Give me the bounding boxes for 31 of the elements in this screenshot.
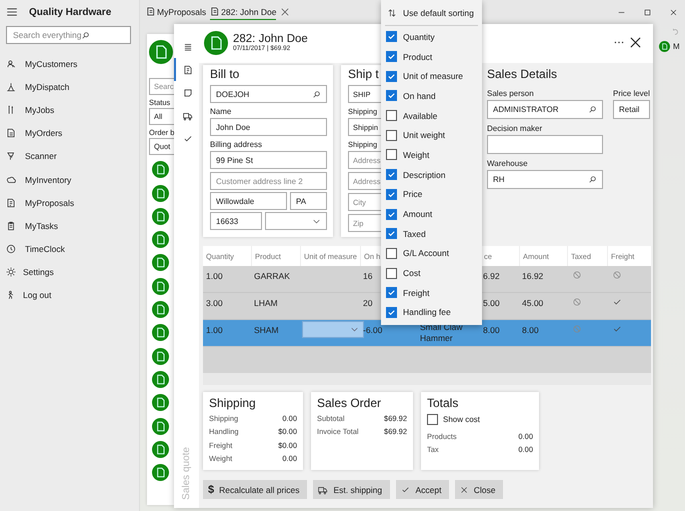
table-cell: 3.00 [206,298,223,308]
card-heading: Ship t [348,66,379,83]
table-cell: SHAM [254,325,279,335]
section-heading: Sales Details [487,66,558,83]
table-cell: 5.00 [483,298,500,308]
field-label: Sales person [487,89,535,99]
card-heading: Totals [427,395,460,411]
field-label: Price level [613,89,650,99]
dialog-title: 282: John Doe [233,33,308,45]
table-cell: 8.00 [522,325,539,335]
card-heading: Shipping [209,395,257,411]
table-cell: GARRAK [254,271,290,281]
table-cell: -6.00 [363,325,382,335]
card-heading: Sales Order [317,395,382,411]
app-title: Quality Hardware [29,6,112,18]
side-label: Sales quote [181,447,192,500]
table-cell: 45.00 [522,298,544,308]
field-label: Decision maker [487,124,544,134]
table-cell: 16.92 [522,271,544,281]
dollar-icon: $ [208,484,214,496]
table-cell: 1.00 [206,271,223,281]
table-cell: 20 [363,298,372,308]
table-cell: LHAM [254,298,278,308]
table-cell: 16 [363,271,372,281]
card-heading: Bill to [210,66,240,83]
field-label: Name [210,107,232,117]
field-label: Warehouse [487,159,529,169]
table-cell: 1.00 [206,325,223,335]
table-cell: 6.92 [483,271,500,281]
field-label: Billing address [210,140,262,150]
table-cell: 8.00 [483,325,500,335]
